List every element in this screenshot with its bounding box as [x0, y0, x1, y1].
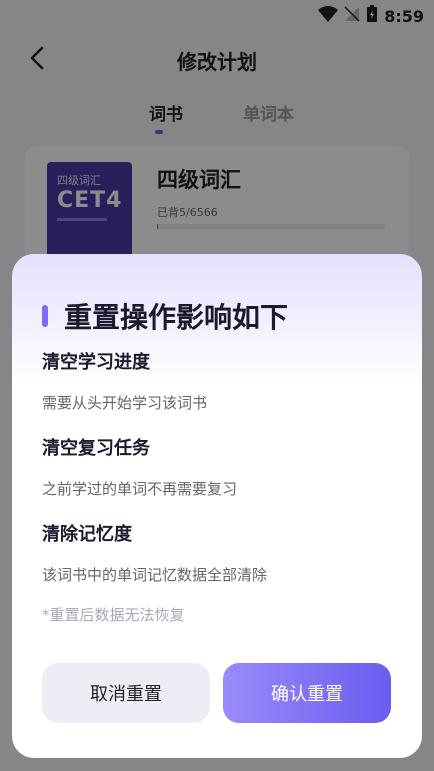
- warning-note: *重置后数据无法恢复: [42, 606, 185, 624]
- impact-item-desc: 需要从头开始学习该词书: [42, 394, 208, 412]
- cancel-reset-button[interactable]: 取消重置: [42, 663, 210, 723]
- impact-item-title: 清空学习进度: [42, 352, 150, 373]
- impact-item-title: 清空复习任务: [42, 438, 150, 459]
- impact-item-desc: 该词书中的单词记忆数据全部清除: [42, 566, 268, 584]
- impact-item: 清空学习进度 需要从头开始学习该词书: [42, 348, 207, 413]
- dialog-title: 重置操作影响如下: [64, 301, 289, 334]
- impact-item-desc: 之前学过的单词不再需要复习: [42, 480, 238, 498]
- confirm-reset-button[interactable]: 确认重置: [223, 663, 391, 723]
- impact-item: 清除记忆度 该词书中的单词记忆数据全部清除: [42, 520, 267, 585]
- dialog-header: 重置操作影响如下: [42, 296, 288, 336]
- impact-item: 清空复习任务 之前学过的单词不再需要复习: [42, 434, 237, 499]
- impact-item-title: 清除记忆度: [42, 524, 132, 545]
- reset-dialog: 重置操作影响如下 清空学习进度 需要从头开始学习该词书 清空复习任务 之前学过的…: [12, 254, 422, 758]
- accent-bar: [42, 305, 48, 327]
